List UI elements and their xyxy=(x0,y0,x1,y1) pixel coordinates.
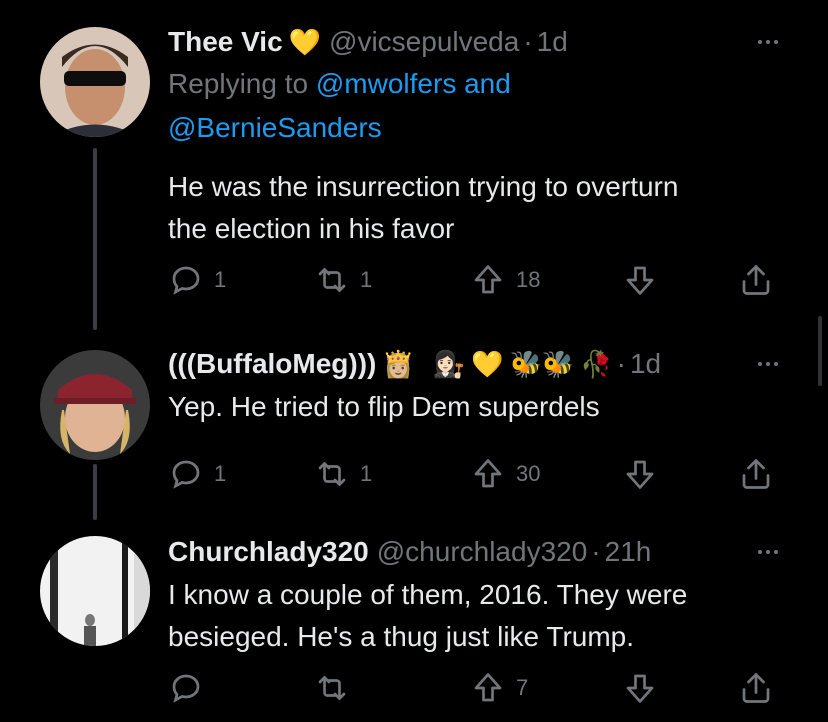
tweet-header: Thee Vic 💛 @vicsepulveda · 1d xyxy=(168,22,788,62)
heart-emoji: 💛 xyxy=(471,349,504,379)
share-button[interactable] xyxy=(738,456,774,492)
tweet-header: (((BuffaloMeg))) 👸🏼 👩🏻‍⚖️ 💛 🐝🐝 🥀 · 1d xyxy=(168,344,788,384)
display-name[interactable]: Churchlady320 xyxy=(168,534,369,570)
upvote-count: 30 xyxy=(516,461,541,486)
reply-button[interactable]: 1 xyxy=(168,262,226,298)
share-button[interactable] xyxy=(738,262,774,298)
retweet-count: 1 xyxy=(360,267,373,292)
downvote-arrow-icon xyxy=(626,674,654,703)
heart-emoji: 💛 xyxy=(288,27,322,57)
timestamp[interactable]: 1d xyxy=(630,346,661,382)
thread-line xyxy=(93,148,97,330)
replying-to: Replying to @mwolfers and @BernieSanders xyxy=(168,62,788,150)
downvote-button[interactable] xyxy=(622,670,658,706)
downvote-arrow-icon xyxy=(626,266,654,295)
upvote-count: 18 xyxy=(516,267,541,292)
tweet-text: He was the insurrection trying to overtu… xyxy=(168,166,788,250)
reply-icon xyxy=(172,460,200,489)
avatar-vicsepulveda[interactable] xyxy=(40,27,150,137)
upvote-button[interactable]: 18 xyxy=(470,262,540,298)
retweet-button[interactable]: 1 xyxy=(314,262,372,298)
timestamp[interactable]: 1d xyxy=(537,24,568,60)
share-icon xyxy=(742,265,770,295)
tweet-text-line: the election in his favor xyxy=(168,213,455,244)
upvote-button[interactable]: 30 xyxy=(470,456,540,492)
upvote-arrow-icon xyxy=(474,265,502,294)
mention-mwolfers[interactable]: @mwolfers and xyxy=(316,68,511,99)
reply-button[interactable]: 1 xyxy=(168,456,226,492)
princess-emoji: 👸🏼 xyxy=(382,349,415,379)
tweet-churchlady320[interactable]: Churchlady320 @churchlady320 · 21h I kno… xyxy=(0,510,828,722)
upvote-button[interactable]: 7 xyxy=(470,670,528,706)
upvote-arrow-icon xyxy=(474,673,502,702)
downvote-arrow-icon xyxy=(626,460,654,489)
more-options-icon[interactable] xyxy=(748,32,788,52)
reply-count: 1 xyxy=(214,267,227,292)
handle[interactable]: @churchlady320 xyxy=(377,534,588,570)
downvote-button[interactable] xyxy=(622,262,658,298)
avatar-buffalomeg[interactable] xyxy=(40,350,150,460)
display-name[interactable]: (((BuffaloMeg))) xyxy=(168,346,376,382)
scrollbar-thumb[interactable] xyxy=(818,316,822,386)
retweet-icon xyxy=(318,268,346,292)
tweet-text-line: He was the insurrection trying to overtu… xyxy=(168,171,679,202)
reply-button[interactable] xyxy=(168,670,214,706)
wilted-rose-emoji: 🥀 xyxy=(580,349,613,379)
tweet-text: I know a couple of them, 2016. They were… xyxy=(168,574,788,658)
downvote-button[interactable] xyxy=(622,456,658,492)
tweet-text-line: besieged. He's a thug just like Trump. xyxy=(168,621,635,652)
share-button[interactable] xyxy=(738,670,774,706)
action-bar: 7 xyxy=(168,670,788,710)
separator-dot: · xyxy=(616,348,626,379)
replying-prefix: Replying to xyxy=(168,68,316,99)
judge-emoji: 👩🏻‍⚖️ xyxy=(432,349,466,379)
upvote-arrow-icon xyxy=(474,459,502,488)
mention-berniesanders[interactable]: @BernieSanders xyxy=(168,112,382,143)
retweet-count: 1 xyxy=(360,461,373,486)
retweet-button[interactable]: 1 xyxy=(314,456,372,492)
tweet-text-line: I know a couple of them, 2016. They were xyxy=(168,579,688,610)
action-bar: 1 1 18 xyxy=(168,262,788,302)
retweet-button[interactable] xyxy=(314,670,360,706)
display-name[interactable]: Thee Vic xyxy=(168,24,283,60)
retweet-icon xyxy=(318,462,346,486)
tweet-text: Yep. He tried to flip Dem superdels xyxy=(168,386,788,428)
reply-icon xyxy=(172,266,200,295)
tweet-buffalomeg[interactable]: (((BuffaloMeg))) 👸🏼 👩🏻‍⚖️ 💛 🐝🐝 🥀 · 1d Ye… xyxy=(0,330,828,520)
action-bar: 1 1 30 xyxy=(168,456,788,496)
avatar-churchlady320[interactable] xyxy=(40,536,150,646)
bee-emoji: 🐝🐝 xyxy=(509,349,575,379)
tweet-vicsepulveda[interactable]: Thee Vic 💛 @vicsepulveda · 1d Replying t… xyxy=(0,0,828,330)
tweet-header: Churchlady320 @churchlady320 · 21h xyxy=(168,532,788,572)
upvote-count: 7 xyxy=(516,675,529,700)
reply-icon xyxy=(172,674,200,703)
share-icon xyxy=(742,673,770,703)
reply-count: 1 xyxy=(214,461,227,486)
retweet-icon xyxy=(318,676,346,700)
tweet-text-line: Yep. He tried to flip Dem superdels xyxy=(168,391,600,422)
timestamp[interactable]: 21h xyxy=(605,534,652,570)
more-options-icon[interactable] xyxy=(748,542,788,562)
handle[interactable]: @vicsepulveda xyxy=(329,24,519,60)
separator-dot: · xyxy=(591,536,601,567)
separator-dot: · xyxy=(523,26,533,57)
share-icon xyxy=(742,459,770,489)
more-options-icon[interactable] xyxy=(748,354,788,374)
